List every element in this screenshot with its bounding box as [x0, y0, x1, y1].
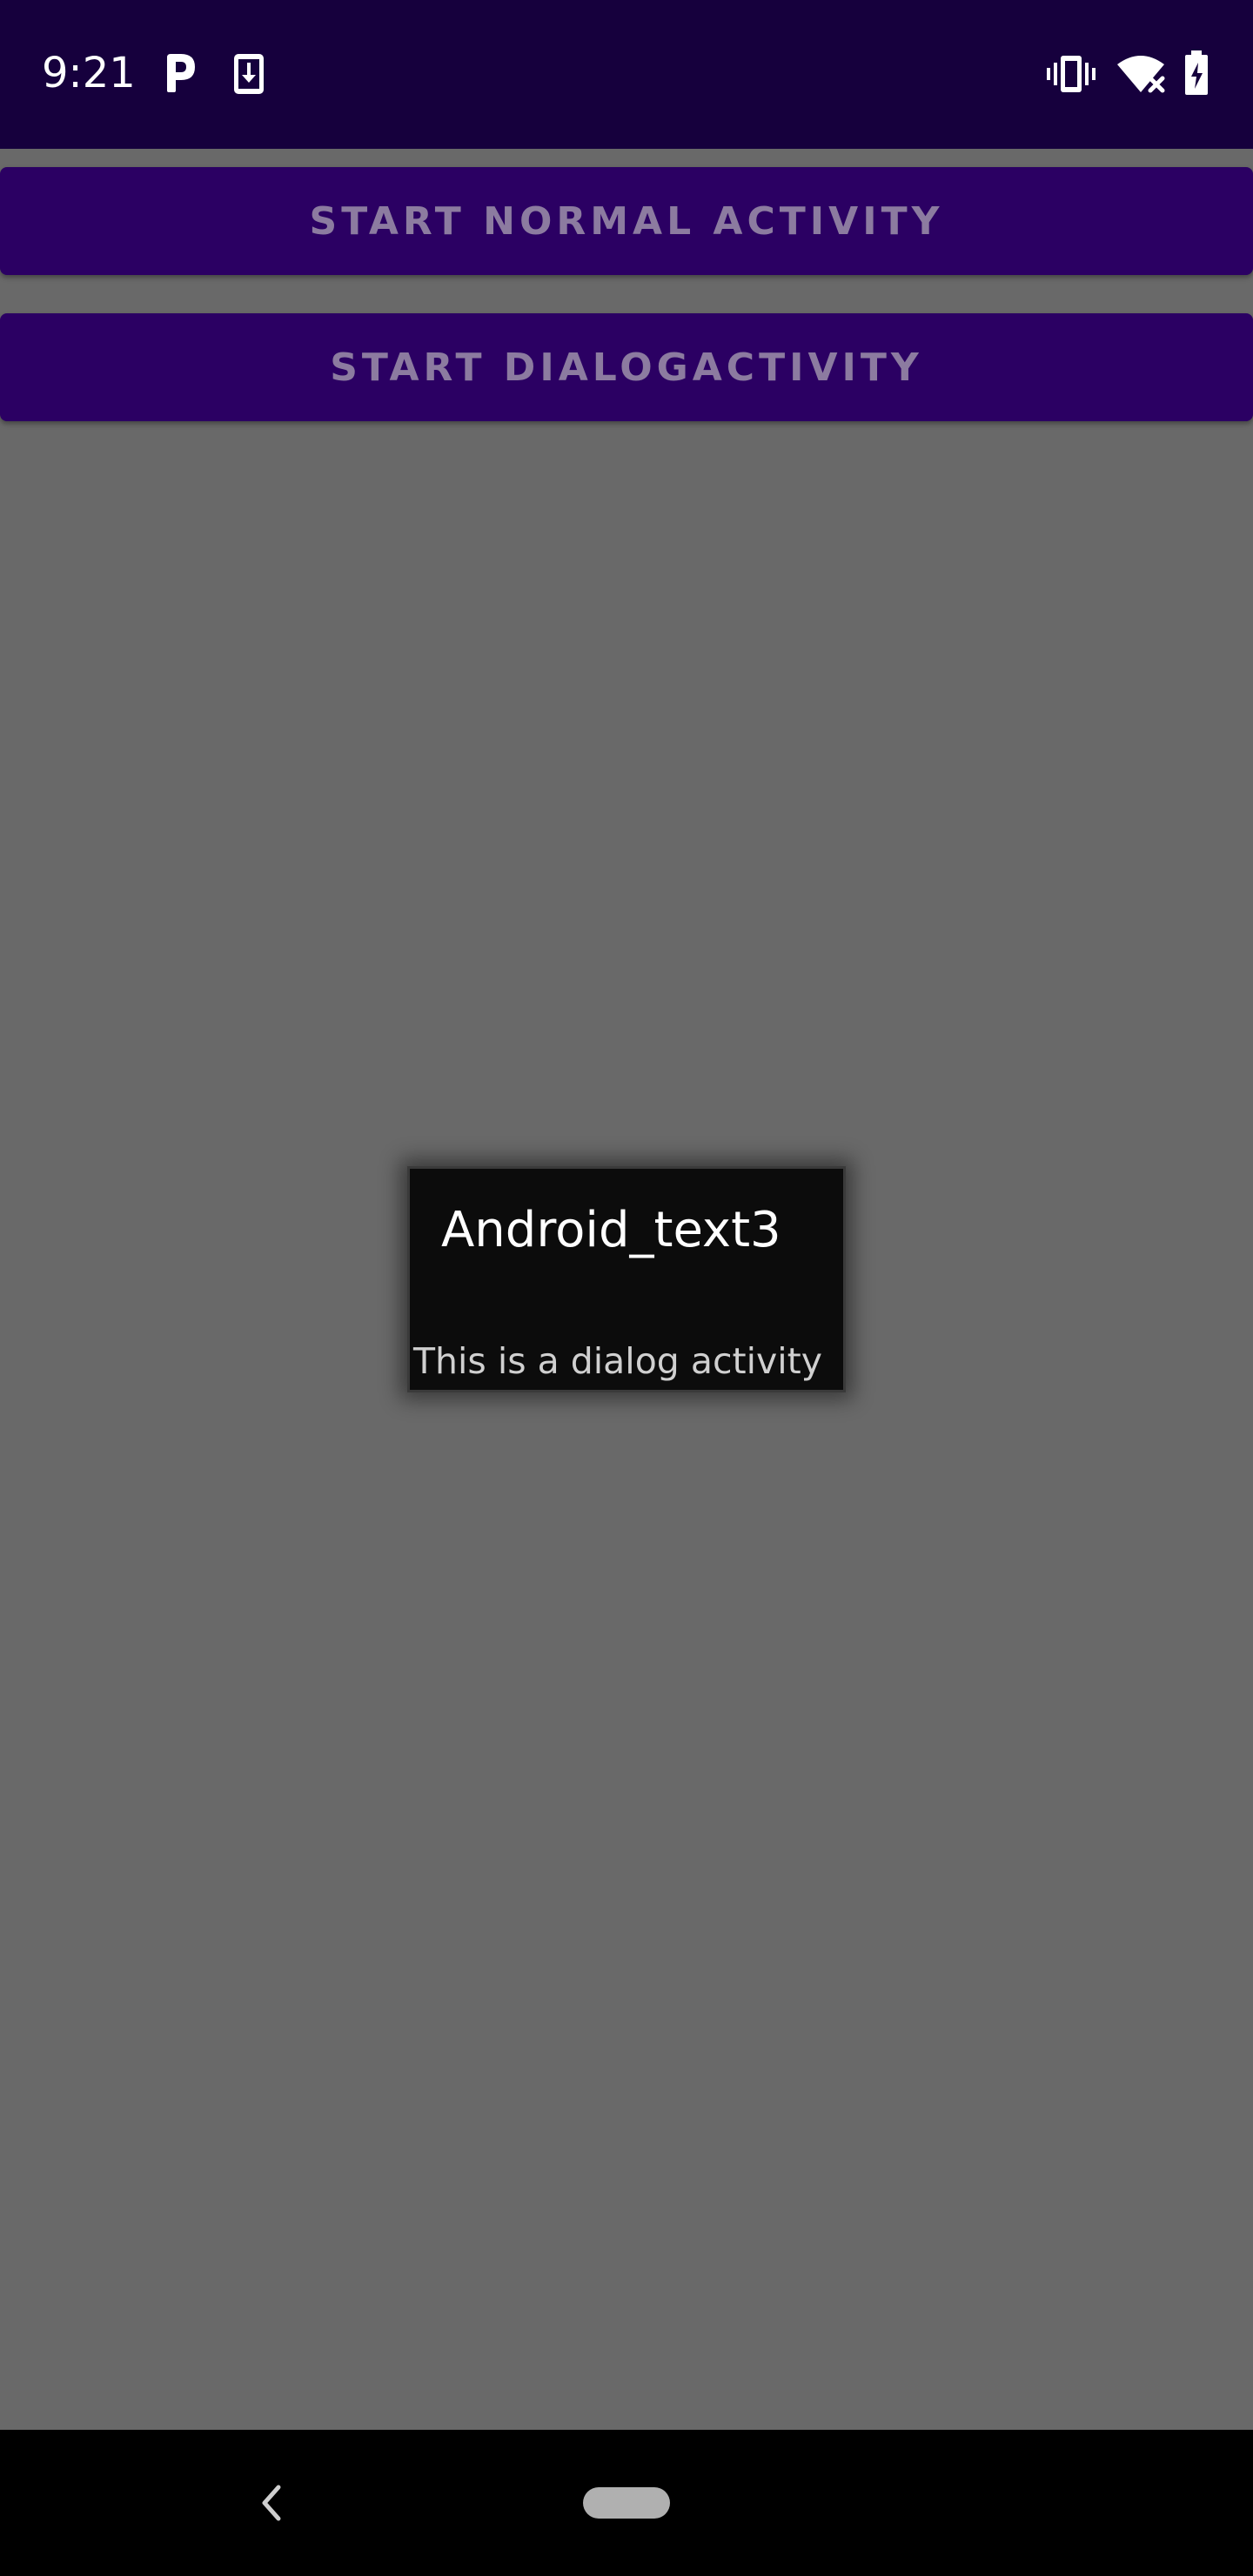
wifi-off-icon	[1117, 56, 1165, 93]
download-icon	[234, 54, 264, 94]
home-pill-icon[interactable]	[583, 2487, 670, 2519]
dialog-title: Android_text3	[441, 1202, 781, 1258]
battery-charging-icon	[1185, 50, 1208, 95]
parking-icon	[167, 54, 195, 92]
dialog-message: This is a dialog activity	[413, 1340, 822, 1382]
dialog-activity-window: Android_text3 This is a dialog activity	[407, 1166, 846, 1392]
back-icon[interactable]	[258, 2482, 284, 2524]
start-dialog-activity-button[interactable]: START DIALOGACTIVITY	[0, 313, 1253, 421]
vibrate-icon	[1047, 56, 1096, 92]
status-time: 9:21	[42, 49, 136, 97]
start-normal-activity-button[interactable]: START NORMAL ACTIVITY	[0, 167, 1253, 275]
status-bar: 9:21	[0, 0, 1253, 149]
